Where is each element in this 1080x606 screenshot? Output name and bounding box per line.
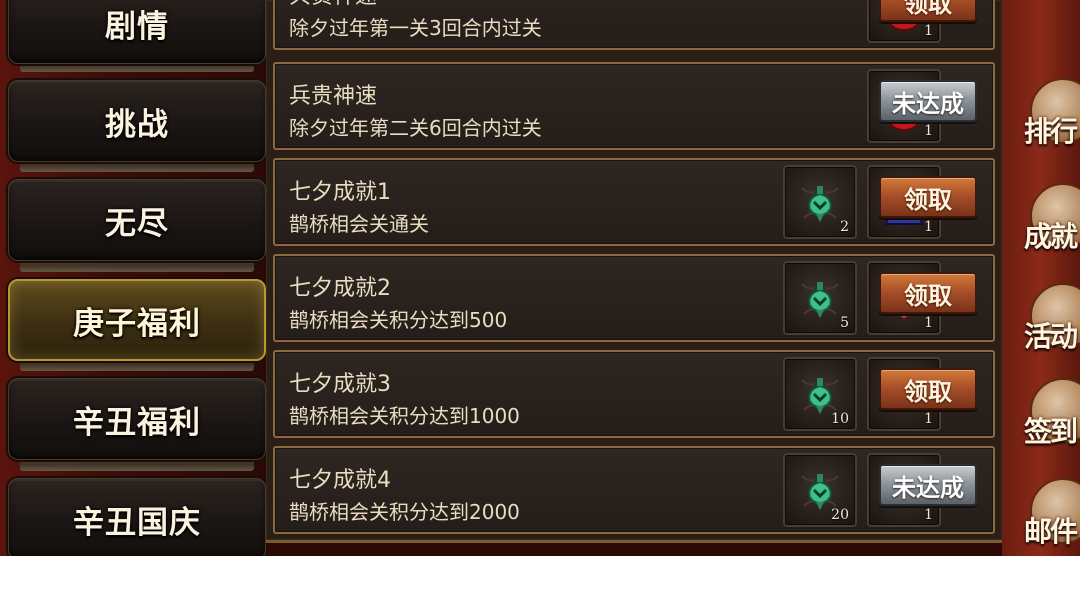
tab-label: 辛丑国庆: [73, 504, 201, 541]
tab-challenge[interactable]: 挑战: [8, 80, 266, 162]
reward-count: 1: [924, 23, 933, 39]
side-ranking-label: 排行: [1024, 115, 1078, 148]
achievement-row: 七夕成就3 鹊桥相会关积分达到1000 10 1 领取: [273, 350, 995, 438]
tab-label: 庚子福利: [73, 305, 201, 342]
tab-story[interactable]: 剧情: [8, 0, 266, 64]
claim-button[interactable]: 领取: [879, 0, 977, 22]
achievement-description: 鹊桥相会关通关: [289, 212, 429, 236]
side-achievement-label: 成就: [1024, 220, 1078, 253]
achievement-title: 七夕成就3: [289, 372, 391, 397]
reward-slot[interactable]: 20: [783, 453, 857, 527]
reward-slot[interactable]: 2: [783, 165, 857, 239]
achievement-row: 七夕成就4 鹊桥相会关积分达到2000 20 1 未达成: [273, 446, 995, 534]
reward-count: 20: [831, 507, 849, 523]
side-event-label: 活动: [1024, 320, 1078, 353]
achievement-row: 兵贵神速除夕过年第二关6回合内过关 1 未达成: [273, 62, 995, 150]
side-event[interactable]: 活动: [1020, 275, 1080, 371]
side-mail-label: 邮件: [1024, 515, 1078, 548]
claim-button[interactable]: 领取: [879, 272, 977, 314]
not-achieved-button[interactable]: 未达成: [879, 80, 977, 122]
achievement-description: 鹊桥相会关积分达到2000: [289, 500, 520, 524]
tab-xinchou-welfare[interactable]: 辛丑福利: [8, 378, 266, 460]
achievement-title: 兵贵神速: [289, 84, 378, 109]
achievement-title: 七夕成就4: [289, 468, 391, 493]
achievement-row: 兵贵神速除夕过年第一关3回合内过关 1领取: [273, 0, 995, 50]
tab-endless[interactable]: 无尽: [8, 179, 266, 261]
reward-count: 1: [924, 411, 933, 427]
achievement-row: 七夕成就2 鹊桥相会关积分达到500 5 1 领取: [273, 254, 995, 342]
achievement-row: 七夕成就1 鹊桥相会关通关 2 1 领取: [273, 158, 995, 246]
category-tab-column: 剧情 挑战 无尽 庚子福利 辛丑福利 辛丑国庆: [0, 0, 272, 556]
tab-gengzi-welfare[interactable]: 庚子福利: [8, 279, 266, 361]
not-achieved-button[interactable]: 未达成: [879, 464, 977, 506]
achievement-list-panel: 兵贵神速除夕过年第一关3回合内过关1领取兵贵神速除夕过年第二关6回合内过关1未达…: [266, 0, 1005, 543]
achievement-description: 鹊桥相会关积分达到500: [289, 308, 508, 332]
achievement-description: 鹊桥相会关积分达到1000: [289, 404, 520, 428]
achievement-title: 七夕成就1: [289, 180, 391, 205]
reward-count: 1: [924, 315, 933, 331]
claim-button[interactable]: 领取: [879, 368, 977, 410]
reward-count: 1: [924, 219, 933, 235]
tab-label: 辛丑福利: [73, 404, 201, 441]
tab-label: 挑战: [105, 106, 169, 143]
tab-label: 无尽: [105, 205, 169, 242]
achievement-description: 除夕过年第二关6回合内过关: [289, 116, 542, 140]
side-achievement[interactable]: 成就: [1020, 175, 1080, 271]
side-ranking[interactable]: 排行: [1020, 70, 1080, 166]
game-screen: 剧情 挑战 无尽 庚子福利 辛丑福利 辛丑国庆 兵贵神速除夕过年第一关3回合内过…: [0, 0, 1080, 556]
side-mail[interactable]: 邮件: [1020, 470, 1080, 556]
reward-count: 2: [840, 219, 849, 235]
tab-xinchou-national-day[interactable]: 辛丑国庆: [8, 478, 266, 556]
reward-count: 1: [924, 507, 933, 523]
claim-button[interactable]: 领取: [879, 176, 977, 218]
achievement-title: 兵贵神速: [289, 0, 377, 10]
reward-slot[interactable]: 10: [783, 357, 857, 431]
achievement-description: 除夕过年第一关3回合内过关: [289, 16, 542, 40]
side-signin-label: 签到: [1024, 415, 1078, 448]
reward-count: 5: [840, 315, 849, 331]
side-signin[interactable]: 签到: [1020, 370, 1080, 466]
achievement-title: 七夕成就2: [289, 276, 391, 301]
side-menu: 排行 成就 活动 签到 邮件: [1002, 0, 1080, 556]
reward-count: 10: [831, 411, 849, 427]
reward-count: 1: [924, 123, 933, 139]
tab-label: 剧情: [105, 8, 169, 45]
reward-slot[interactable]: 5: [783, 261, 857, 335]
